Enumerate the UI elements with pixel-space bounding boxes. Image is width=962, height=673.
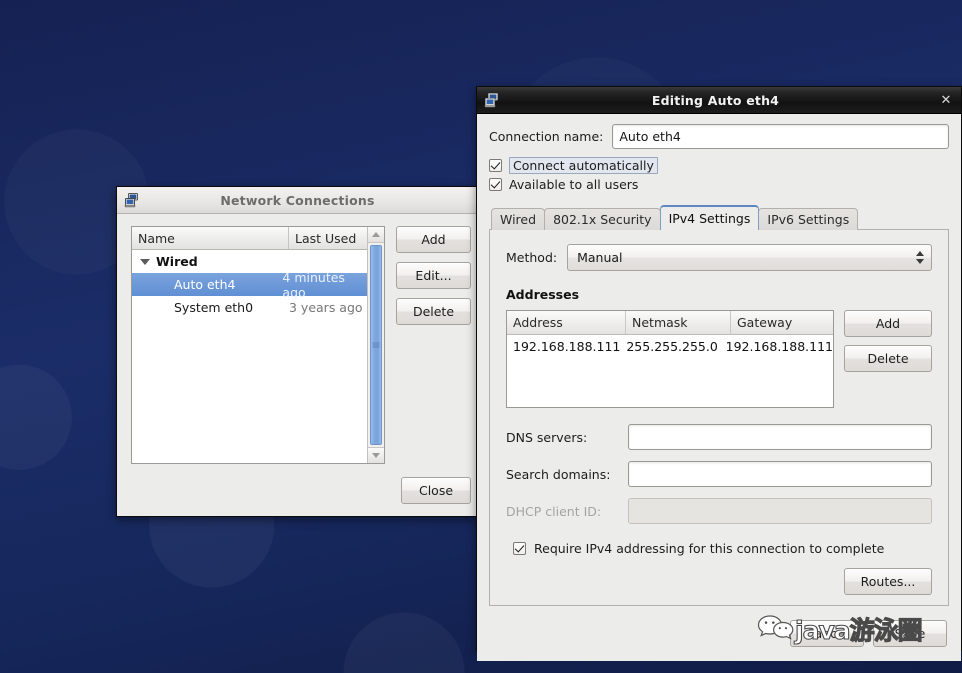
scrollbar-grip-icon [372, 342, 380, 348]
addresses-section-title: Addresses [506, 287, 580, 302]
addresses-table[interactable]: Address Netmask Gateway 192.168.188.111 … [506, 310, 834, 408]
addresses-table-header: Address Netmask Gateway [507, 311, 833, 335]
column-header-netmask[interactable]: Netmask [626, 311, 731, 334]
group-name-cell: Wired [132, 254, 289, 269]
table-row[interactable]: System eth0 3 years ago [132, 296, 367, 319]
method-selected-value: Manual [577, 250, 623, 265]
row-name-cell: Auto eth4 [174, 277, 236, 292]
addresses-area: Address Netmask Gateway 192.168.188.111 … [506, 310, 932, 408]
chevron-down-icon[interactable] [140, 258, 150, 265]
group-label: Wired [156, 254, 198, 269]
network-connections-footer: Close [131, 464, 471, 504]
tab-ipv4-settings[interactable]: IPv4 Settings [659, 205, 760, 230]
network-connections-icon [124, 192, 140, 208]
row-name-cell: System eth0 [174, 300, 254, 315]
column-header-name[interactable]: Name [132, 227, 289, 249]
column-header-address[interactable]: Address [507, 311, 626, 334]
available-all-users-checkbox[interactable] [489, 178, 502, 191]
editing-connection-dialog: Editing Auto eth4 ✕ Connection name: Aut… [476, 86, 962, 661]
tab-ipv6-settings[interactable]: IPv6 Settings [758, 208, 859, 230]
connections-list[interactable]: Name Last Used Wired Auto eth4 4 minutes… [132, 227, 367, 463]
search-domains-label: Search domains: [506, 466, 611, 482]
network-connections-body: Name Last Used Wired Auto eth4 4 minutes… [117, 214, 485, 516]
connect-automatically-checkbox[interactable] [489, 159, 502, 172]
cell-address[interactable]: 192.168.188.111 [507, 339, 620, 354]
add-button[interactable]: Add [396, 226, 471, 253]
dhcp-client-id-input [628, 498, 932, 524]
cell-gateway[interactable]: 192.168.188.111 [720, 339, 833, 354]
method-select[interactable]: Manual [567, 244, 932, 271]
tab-wired[interactable]: Wired [491, 208, 546, 230]
network-connections-titlebar[interactable]: Network Connections [117, 187, 485, 214]
address-delete-button[interactable]: Delete [844, 345, 932, 372]
table-row[interactable]: 192.168.188.111 255.255.255.0 192.168.18… [507, 335, 833, 357]
require-ipv4-checkbox[interactable] [513, 542, 526, 555]
close-icon[interactable]: ✕ [931, 87, 961, 113]
connections-list-scrollbar[interactable] [367, 227, 384, 463]
routes-button[interactable]: Routes... [844, 568, 932, 595]
tab-8021x-security[interactable]: 802.1x Security [544, 208, 661, 230]
available-all-users-label[interactable]: Available to all users [509, 177, 638, 192]
settings-tabs: Wired 802.1x Security IPv4 Settings IPv6… [489, 205, 949, 230]
cell-netmask[interactable]: 255.255.255.0 [620, 339, 719, 354]
require-ipv4-row[interactable]: Require IPv4 addressing for this connect… [506, 541, 932, 556]
edit-button[interactable]: Edit... [396, 262, 471, 289]
close-button[interactable]: Close [401, 477, 471, 504]
address-add-button[interactable]: Add [844, 310, 932, 337]
dns-servers-label: DNS servers: [506, 429, 588, 445]
connection-name-row: Connection name: Auto eth4 [489, 124, 949, 149]
cancel-button[interactable]: Cancel [790, 620, 864, 647]
network-connections-title: Network Connections [220, 192, 375, 208]
edit-dialog-title: Editing Auto eth4 [651, 92, 780, 108]
edit-dialog-titlebar[interactable]: Editing Auto eth4 ✕ [477, 87, 961, 114]
scrollbar-thumb[interactable] [370, 245, 382, 445]
available-all-users-row[interactable]: Available to all users [489, 177, 949, 192]
connections-action-buttons: Add Edit... Delete [396, 226, 471, 464]
scroll-down-arrow-icon[interactable] [368, 447, 384, 463]
routes-row: Routes... [506, 568, 932, 595]
connection-name-label: Connection name: [489, 129, 604, 144]
require-ipv4-label[interactable]: Require IPv4 addressing for this connect… [534, 541, 884, 556]
row-last-used-cell: 4 minutes ago [282, 269, 345, 300]
method-row: Method: Manual [506, 244, 932, 271]
column-header-last-used[interactable]: Last Used [289, 227, 367, 249]
dhcp-client-id-label: DHCP client ID: [506, 503, 602, 519]
connections-table-header: Name Last Used [132, 227, 367, 250]
connect-automatically-label[interactable]: Connect automatically [509, 157, 658, 174]
save-button[interactable]: Save [873, 620, 947, 647]
network-connections-icon [484, 92, 500, 108]
addresses-action-buttons: Add Delete [844, 310, 932, 408]
table-row[interactable]: Auto eth4 4 minutes ago [132, 270, 367, 300]
dhcp-client-id-row: DHCP client ID: [506, 498, 932, 524]
edit-dialog-body: Connection name: Auto eth4 Connect autom… [477, 114, 961, 661]
search-domains-input[interactable] [628, 461, 932, 487]
row-last-used-cell: 3 years ago [289, 300, 363, 315]
network-connections-main: Name Last Used Wired Auto eth4 4 minutes… [131, 226, 471, 464]
dns-servers-input[interactable] [628, 424, 932, 450]
connect-automatically-row[interactable]: Connect automatically [489, 157, 949, 174]
edit-dialog-footer: Cancel Save [489, 606, 949, 661]
network-connections-window: Network Connections Name Last Used Wired… [116, 186, 486, 517]
scrollbar-track[interactable] [368, 243, 384, 447]
connections-rows: Wired Auto eth4 4 minutes ago System eth… [132, 250, 367, 463]
ipv4-settings-panel: Method: Manual Addresses Address Netmask… [489, 229, 949, 606]
method-label: Method: [506, 250, 558, 265]
chevron-updown-icon [914, 251, 925, 264]
connections-list-frame: Name Last Used Wired Auto eth4 4 minutes… [131, 226, 385, 464]
scroll-up-arrow-icon[interactable] [368, 227, 384, 243]
search-domains-row: Search domains: [506, 461, 932, 487]
connection-name-input[interactable]: Auto eth4 [612, 124, 949, 149]
delete-button[interactable]: Delete [396, 298, 471, 325]
column-header-gateway[interactable]: Gateway [731, 311, 833, 334]
dns-servers-row: DNS servers: [506, 424, 932, 450]
